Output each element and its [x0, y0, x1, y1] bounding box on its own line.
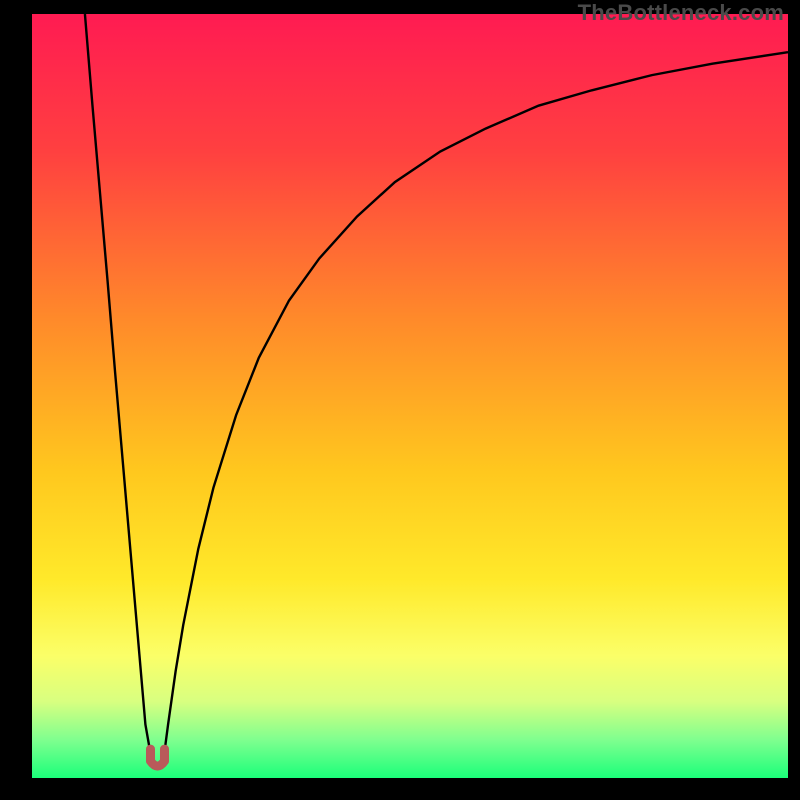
plot-area — [32, 14, 788, 778]
plot-svg — [32, 14, 788, 778]
gradient-background — [32, 14, 788, 778]
chart-frame: TheBottleneck.com — [0, 0, 800, 800]
watermark-text: TheBottleneck.com — [578, 0, 784, 26]
